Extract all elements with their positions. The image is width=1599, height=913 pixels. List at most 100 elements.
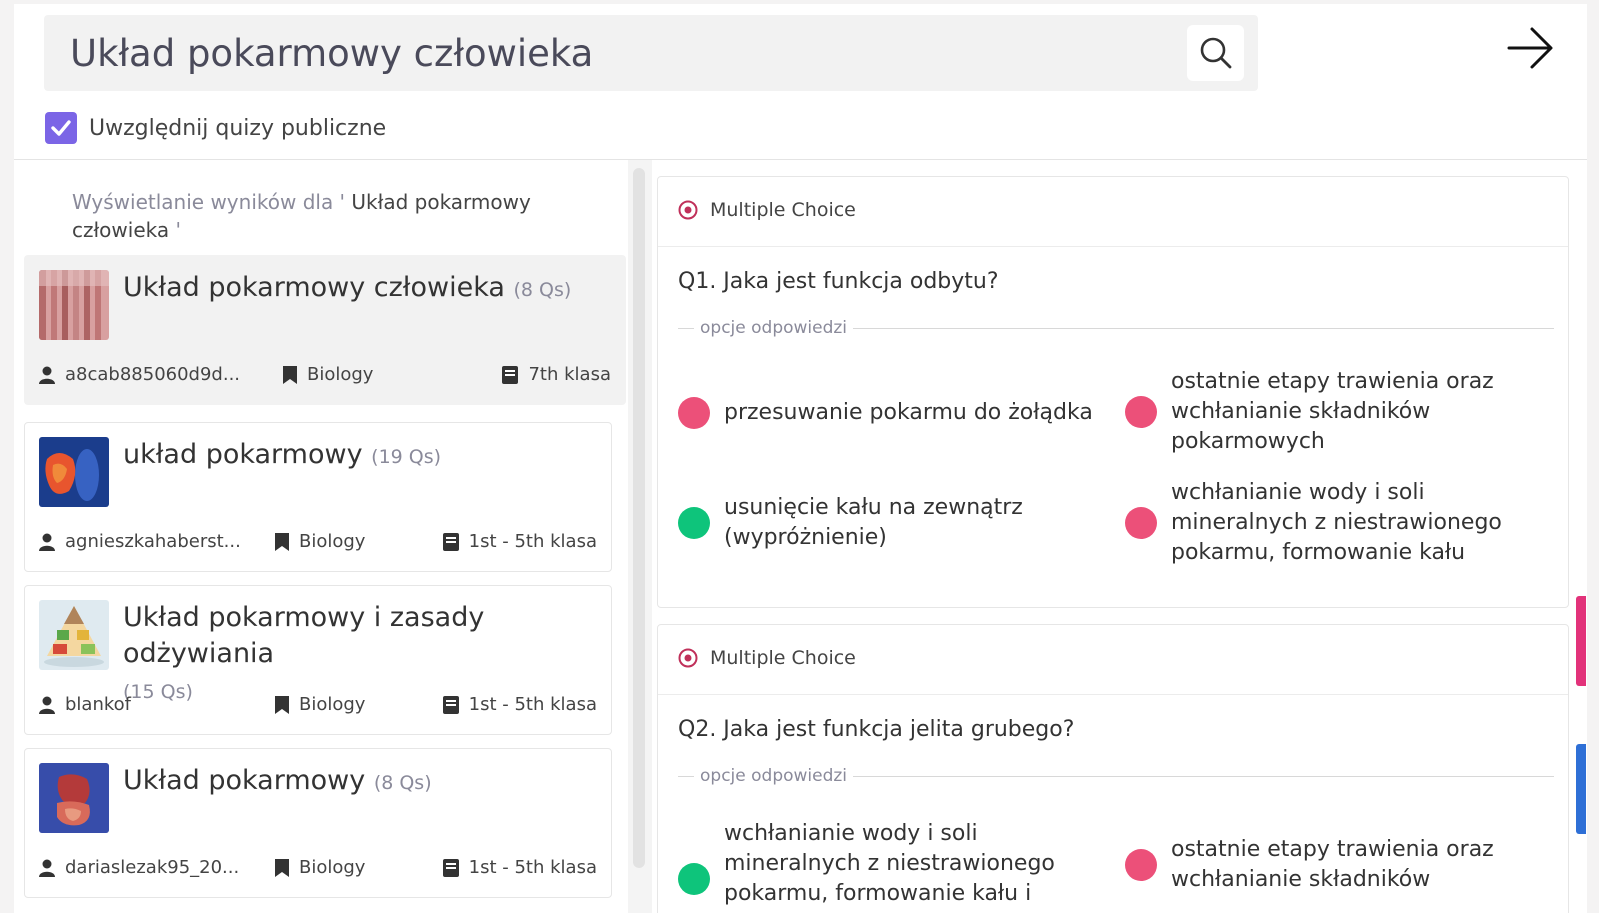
correct-dot-icon (678, 507, 710, 539)
bookmark-icon (275, 858, 289, 877)
quiz-meta: a8cab885060d9d... Biology 7th klasa (39, 364, 611, 388)
quiz-thumbnail (39, 600, 109, 670)
answer-option-text: ostatnie etapy trawienia oraz wchłaniani… (1171, 837, 1494, 892)
question-card: Multiple Choice Q1. Jaka jest funkcja od… (657, 176, 1569, 608)
user-icon (39, 859, 55, 877)
quiz-card[interactable]: układ pokarmowy (19 Qs) agnieszkahaberst… (24, 422, 612, 572)
quiz-search-app: Uwzględnij quizy publiczne Wyświetlanie … (14, 4, 1587, 913)
quiz-grade-label: 1st - 5th klasa (468, 857, 597, 878)
quiz-grade-label: 1st - 5th klasa (468, 531, 597, 552)
quiz-subject: Biology (275, 531, 365, 552)
quiz-subject: Biology (275, 694, 365, 715)
quiz-card[interactable]: Układ pokarmowy człowieka (8 Qs) a8cab88… (24, 255, 626, 405)
search-input[interactable] (70, 29, 1150, 77)
question-count: (8 Qs) (373, 772, 432, 794)
quiz-grade: 1st - 5th klasa (442, 857, 597, 878)
quiz-thumbnail (39, 763, 109, 833)
search-button[interactable] (1187, 25, 1244, 81)
check-icon (51, 120, 71, 136)
question-type-label: Multiple Choice (710, 647, 856, 669)
question-type-label: Multiple Choice (710, 199, 856, 221)
user-icon (39, 533, 55, 551)
quiz-card[interactable]: Układ pokarmowy i zasady odżywiania (15 Q… (24, 585, 612, 735)
quiz-grade-label: 1st - 5th klasa (468, 694, 597, 715)
question-type: Multiple Choice (678, 199, 856, 221)
results-scrollbar[interactable] (628, 160, 652, 913)
question-text: Q2. Jaka jest funkcja jelita grubego? (678, 717, 1075, 742)
quiz-meta: agnieszkahaberst... Biology 1st - 5th kl… (39, 531, 597, 555)
quiz-author-name: agnieszkahaberst... (65, 531, 241, 552)
public-quizzes-checkbox[interactable] (45, 112, 77, 144)
quiz-grade-label: 7th klasa (528, 364, 611, 385)
divider (658, 246, 1568, 247)
answer-options-label: opcje odpowiedzi (678, 317, 1554, 339)
question-card: Multiple Choice Q2. Jaka jest funkcja je… (657, 624, 1569, 913)
question-type: Multiple Choice (678, 647, 856, 669)
incorrect-dot-icon (1125, 507, 1157, 539)
quiz-subject-name: Biology (307, 364, 374, 385)
quiz-title-text: Układ pokarmowy (123, 765, 366, 796)
answer-option: usunięcie kału na zewnątrz (wypróżnienie… (678, 493, 1108, 553)
answer-option-text: usunięcie kału na zewnątrz (wypróżnienie… (724, 495, 1023, 550)
quiz-grade: 7th klasa (502, 364, 611, 385)
answer-option: przesuwanie pokarmu do żołądka (678, 397, 1108, 429)
quiz-author: dariaslezak95_20... (39, 857, 239, 878)
public-quizzes-toggle[interactable]: Uwzględnij quizy publiczne (45, 112, 386, 144)
quiz-meta: blankof Biology 1st - 5th klasa (39, 694, 597, 718)
results-heading: Wyświetlanie wyników dla ' Układ pokarmo… (72, 188, 542, 244)
quiz-subject-name: Biology (299, 694, 366, 715)
quiz-subject-name: Biology (299, 531, 366, 552)
scrollbar-thumb[interactable] (633, 168, 645, 868)
quiz-card[interactable]: Układ pokarmowy (8 Qs) dariaslezak95_20.… (24, 748, 612, 898)
quiz-author: a8cab885060d9d... (39, 364, 240, 385)
answer-option: wchłanianie wody i soli mineralnych z ni… (678, 819, 1108, 913)
results-prefix: Wyświetlanie wyników dla ' (72, 190, 352, 214)
quiz-grade: 1st - 5th klasa (442, 531, 597, 552)
quiz-title-text: Układ pokarmowy człowieka (123, 272, 505, 303)
correct-dot-icon (678, 863, 710, 895)
quiz-author-name: dariaslezak95_20... (65, 857, 240, 878)
side-tab-pink[interactable] (1576, 596, 1586, 686)
multiple-choice-icon (678, 200, 698, 220)
search-bar (44, 15, 1258, 91)
quiz-author: agnieszkahaberst... (39, 531, 241, 552)
next-button[interactable] (1504, 22, 1556, 74)
answer-option: ostatnie etapy trawienia oraz wchłaniani… (1125, 835, 1555, 895)
grade-book-icon (442, 695, 459, 714)
quiz-title: Układ pokarmowy (8 Qs) (123, 763, 603, 801)
answer-option-text: wchłanianie wody i soli mineralnych z ni… (724, 821, 1055, 913)
question-text: Q1. Jaka jest funkcja odbytu? (678, 269, 999, 294)
bookmark-icon (275, 532, 289, 551)
results-suffix: ' (169, 218, 181, 242)
results-panel: Wyświetlanie wyników dla ' Układ pokarmo… (14, 160, 628, 913)
incorrect-dot-icon (1125, 849, 1157, 881)
quiz-subject: Biology (275, 857, 365, 878)
answer-option-text: wchłanianie wody i soli mineralnych z ni… (1171, 480, 1502, 565)
multiple-choice-icon (678, 648, 698, 668)
quiz-author-name: blankof (65, 694, 131, 715)
bookmark-icon (283, 365, 297, 384)
quiz-subject-name: Biology (299, 857, 366, 878)
search-icon (1200, 37, 1231, 69)
grade-book-icon (442, 532, 459, 551)
arrow-right-icon (1507, 27, 1553, 69)
bookmark-icon (275, 695, 289, 714)
answer-options-text: opcje odpowiedzi (700, 766, 848, 786)
quiz-thumbnail (39, 270, 109, 340)
question-count: (19 Qs) (371, 446, 442, 468)
answer-option-text: ostatnie etapy trawienia oraz wchłaniani… (1171, 369, 1494, 454)
user-icon (39, 696, 55, 714)
answer-options-text: opcje odpowiedzi (700, 318, 848, 338)
quiz-title-text: Układ pokarmowy i zasady odżywiania (123, 602, 485, 669)
side-tab-blue[interactable] (1576, 744, 1586, 834)
quiz-author: blankof (39, 694, 131, 715)
incorrect-dot-icon (1125, 396, 1157, 428)
grade-book-icon (502, 365, 519, 384)
answer-option: wchłanianie wody i soli mineralnych z ni… (1125, 478, 1555, 568)
quiz-subject: Biology (283, 364, 373, 385)
quiz-thumbnail (39, 437, 109, 507)
quiz-meta: dariaslezak95_20... Biology 1st - 5th kl… (39, 857, 597, 881)
answer-option-text: przesuwanie pokarmu do żołądka (724, 400, 1093, 425)
quiz-title: Układ pokarmowy człowieka (8 Qs) (123, 270, 603, 308)
divider (658, 694, 1568, 695)
